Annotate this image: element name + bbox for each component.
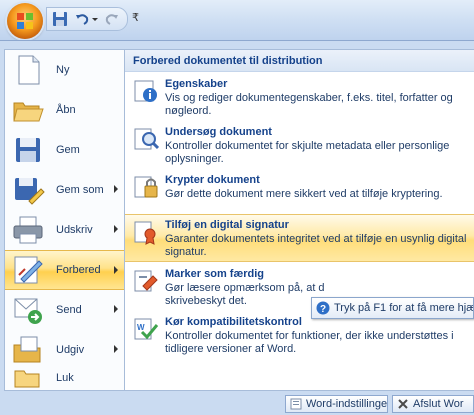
submenu-item-title: Krypter dokument — [165, 174, 260, 186]
submenu-item-desc: Kontroller dokumentet for funktioner, de… — [165, 330, 454, 355]
submenu-arrow-icon — [114, 225, 118, 233]
submenu-item-title: Egenskaber — [165, 78, 228, 90]
compatibility-icon: W — [134, 318, 159, 340]
publish-icon — [13, 336, 41, 363]
submenu-item-inspect[interactable]: Undersøg dokument Kontroller dokumentet … — [125, 122, 474, 168]
menu-item-save[interactable]: Gem — [5, 130, 125, 170]
close-folder-icon — [14, 370, 40, 388]
submenu-arrow-icon — [114, 305, 118, 313]
menu-item-publish[interactable]: Udgiv — [5, 330, 125, 370]
title-bar: ₹ — [0, 0, 474, 41]
menu-item-label: Send — [56, 304, 82, 316]
menu-item-label: Ny — [56, 64, 70, 76]
office-menu-footer: Word-indstillinger Afslut Wor — [0, 395, 474, 415]
open-folder-icon — [13, 102, 44, 122]
menu-item-new[interactable]: Ny — [5, 50, 125, 90]
tooltip-text: Tryk på F1 for at få mere hjælp. — [334, 302, 474, 314]
office-menu: Ny Åbn Gem Gem som Udskriv Forbered Send… — [0, 40, 474, 415]
exit-word-button[interactable]: Afslut Wor — [392, 395, 474, 413]
word-options-label: Word-indstillinger — [306, 398, 388, 410]
prepare-icon — [14, 256, 43, 284]
submenu-item-desc: Kontroller dokumentet for skjulte metada… — [165, 140, 450, 165]
help-tooltip: ? Tryk på F1 for at få mere hjælp. — [311, 297, 474, 319]
svg-text:W: W — [137, 323, 145, 332]
dropdown-icon[interactable] — [91, 10, 99, 28]
submenu-item-digital-signature[interactable]: Tilføj en digital signatur Garanter doku… — [125, 214, 474, 262]
save-icon — [16, 138, 40, 162]
properties-icon — [134, 80, 157, 102]
menu-item-send[interactable]: Send — [5, 290, 125, 330]
submenu-item-desc: Garanter dokumentets integritet ved at t… — [165, 233, 467, 258]
printer-icon — [13, 216, 43, 244]
menu-item-label: Udskriv — [56, 224, 93, 236]
menu-item-label: Gem som — [56, 184, 104, 196]
redo-icon[interactable] — [103, 10, 121, 28]
submenu-item-compatibility[interactable]: W Kør kompatibilitetskontrol Kontroller … — [125, 312, 474, 366]
menu-item-label: Luk — [56, 372, 74, 384]
svg-text:?: ? — [320, 304, 326, 315]
menu-item-open[interactable]: Åbn — [5, 90, 125, 130]
encrypt-icon — [134, 176, 158, 198]
inspect-icon — [134, 128, 159, 150]
save-icon[interactable] — [51, 10, 69, 28]
mark-final-icon — [134, 270, 158, 292]
exit-word-label: Afslut Wor — [413, 398, 464, 410]
new-document-icon — [18, 55, 40, 85]
word-options-button[interactable]: Word-indstillinger — [285, 395, 388, 413]
customize-qat-button[interactable]: ₹ — [132, 11, 139, 24]
menu-item-print[interactable]: Udskriv — [5, 210, 125, 250]
close-icon — [398, 399, 408, 409]
office-logo-icon — [17, 13, 33, 29]
undo-icon[interactable] — [73, 10, 91, 28]
submenu-arrow-icon — [114, 345, 118, 353]
office-menu-left-column: Ny Åbn Gem Gem som Udskriv Forbered Send… — [4, 49, 125, 391]
menu-item-label: Gem — [56, 144, 80, 156]
menu-item-label: Udgiv — [56, 344, 85, 356]
submenu-item-title: Tilføj en digital signatur — [165, 219, 289, 231]
signature-icon — [134, 221, 156, 245]
submenu-item-properties[interactable]: Egenskaber Vis og rediger dokumentegensk… — [125, 74, 474, 120]
submenu-title: Forbered dokumentet til distribution — [125, 50, 474, 72]
help-icon: ? — [316, 301, 330, 315]
submenu-item-desc: Gør dette dokument mere sikkert ved at t… — [165, 188, 443, 200]
menu-item-save-as[interactable]: Gem som — [5, 170, 125, 210]
prepare-submenu: Forbered dokumentet til distribution Ege… — [124, 49, 474, 391]
menu-item-label: Åbn — [56, 104, 76, 116]
options-icon — [290, 398, 302, 410]
submenu-arrow-icon — [114, 185, 118, 193]
quick-access-toolbar — [46, 7, 128, 31]
submenu-item-title: Marker som færdig — [165, 268, 265, 280]
menu-item-close[interactable]: Luk — [5, 368, 125, 388]
menu-item-prepare[interactable]: Forbered — [5, 250, 125, 290]
submenu-arrow-icon — [114, 266, 118, 274]
submenu-item-desc: Gør læsere opmærksom på, at d — [165, 282, 325, 294]
menu-item-label: Forbered — [56, 264, 101, 276]
submenu-item-desc: Vis og rediger dokumentegenskaber, f.eks… — [165, 92, 453, 117]
office-button[interactable] — [7, 3, 43, 39]
send-icon — [14, 298, 42, 324]
submenu-item-encrypt[interactable]: Krypter dokument Gør dette dokument mere… — [125, 170, 474, 210]
save-as-icon — [15, 178, 45, 205]
submenu-item-title: Undersøg dokument — [165, 126, 272, 138]
